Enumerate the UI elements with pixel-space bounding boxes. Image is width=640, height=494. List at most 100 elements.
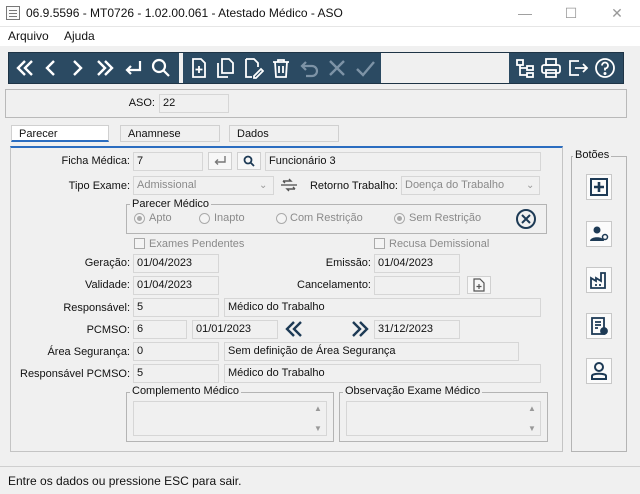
pcmso-next-icon[interactable] (350, 319, 370, 342)
first-record-icon[interactable] (13, 56, 37, 80)
radio-apto-label: Apto (149, 212, 172, 224)
resp-pcmso-code-field[interactable]: 5 (133, 364, 219, 383)
pcmso-previous-icon[interactable] (284, 319, 304, 342)
area-name-field: Sem definição de Área Segurança (224, 342, 519, 361)
hierarchy-icon[interactable] (513, 56, 537, 80)
exames-pendentes-checkbox[interactable] (134, 238, 145, 249)
help-icon[interactable] (593, 56, 617, 80)
resp-pcmso-label: Responsável PCMSO: (20, 368, 131, 380)
retorno-label: Retorno Trabalho: (309, 180, 398, 192)
cancelamento-button[interactable] (467, 276, 491, 294)
title-bar: 06.9.5596 - MT0726 - 1.02.00.061 - Atest… (0, 0, 640, 27)
new-record-icon[interactable] (187, 56, 211, 80)
enter-icon[interactable] (121, 56, 145, 80)
clear-parecer-icon[interactable] (515, 208, 537, 233)
header-panel (5, 89, 627, 118)
validade-label: Validade: (84, 279, 130, 291)
cancelamento-field[interactable] (374, 276, 460, 295)
emissao-field[interactable]: 01/04/2023 (374, 254, 460, 273)
validade-field[interactable]: 01/04/2023 (133, 276, 219, 295)
exames-pendentes-label: Exames Pendentes (149, 238, 245, 250)
close-button[interactable]: ✕ (594, 0, 640, 27)
radio-sem-restricao-label: Sem Restrição (409, 212, 482, 224)
complemento-label: Complemento Médico (130, 385, 241, 397)
print-icon[interactable] (539, 56, 563, 80)
confirm-icon[interactable] (353, 56, 377, 80)
search-icon (243, 155, 255, 167)
recusa-demissional-checkbox[interactable] (374, 238, 385, 249)
menu-ajuda[interactable]: Ajuda (64, 29, 95, 43)
radio-apto[interactable] (134, 213, 145, 224)
undo-icon[interactable] (297, 56, 321, 80)
scroll-down-icon[interactable]: ▼ (314, 424, 322, 433)
pcmso-start-field: 01/01/2023 (192, 320, 278, 339)
toolbar (8, 52, 624, 84)
report-icon (591, 317, 608, 335)
tab-dados[interactable]: Dados (229, 125, 339, 142)
radio-inapto-label: Inapto (214, 212, 245, 224)
radio-inapto[interactable] (199, 213, 210, 224)
maximize-button[interactable]: ☐ (548, 0, 594, 27)
swap-icon[interactable] (279, 175, 299, 198)
copy-icon[interactable] (213, 56, 237, 80)
botoes-title: Botões (573, 149, 612, 161)
factory-icon (590, 272, 606, 289)
pcmso-code-field[interactable]: 6 (133, 320, 187, 339)
status-bar: Entre os dados ou pressione ESC para sai… (0, 466, 640, 494)
user-settings-button[interactable] (586, 221, 612, 247)
responsavel-name-field: Médico do Trabalho (224, 298, 541, 317)
chevron-down-icon: ⌄ (526, 180, 535, 191)
scroll-down-icon[interactable]: ▼ (528, 424, 536, 433)
next-record-icon[interactable] (65, 56, 89, 80)
cancelamento-label: Cancelamento: (297, 279, 371, 291)
area-label: Área Segurança: (47, 346, 130, 358)
status-text: Entre os dados ou pressione ESC para sai… (8, 474, 242, 488)
observacao-textarea[interactable] (346, 401, 541, 436)
toolbar-separator (179, 53, 183, 83)
previous-record-icon[interactable] (39, 56, 63, 80)
radio-sem-restricao[interactable] (394, 213, 405, 224)
user-settings-icon (590, 226, 609, 241)
aso-label: ASO: (128, 97, 155, 109)
area-code-field[interactable]: 0 (133, 342, 219, 361)
ficha-search-button[interactable] (237, 152, 261, 170)
person-button[interactable] (586, 358, 612, 384)
report-button[interactable] (586, 313, 612, 339)
retorno-select[interactable]: Doença do Trabalho (401, 176, 540, 195)
exit-icon[interactable] (566, 56, 590, 80)
cancel-icon[interactable] (325, 56, 349, 80)
minimize-button[interactable]: — (502, 0, 548, 27)
edit-icon[interactable] (241, 56, 265, 80)
ficha-field[interactable]: 7 (133, 152, 203, 171)
last-record-icon[interactable] (93, 56, 117, 80)
factory-button[interactable] (586, 267, 612, 293)
radio-com-restricao[interactable] (276, 213, 287, 224)
add-button[interactable] (586, 174, 612, 200)
pcmso-end-field: 31/12/2023 (374, 320, 460, 339)
ficha-enter-button[interactable] (208, 152, 232, 170)
scroll-up-icon[interactable]: ▲ (528, 404, 536, 413)
scroll-up-icon[interactable]: ▲ (314, 404, 322, 413)
pcmso-label: PCMSO: (86, 324, 130, 336)
complemento-textarea[interactable] (133, 401, 327, 436)
responsavel-code-field[interactable]: 5 (133, 298, 219, 317)
window-title: 06.9.5596 - MT0726 - 1.02.00.061 - Atest… (26, 6, 343, 20)
menu-arquivo[interactable]: Arquivo (8, 29, 49, 43)
app-icon (6, 6, 20, 20)
observacao-label: Observação Exame Médico (343, 385, 483, 397)
enter-icon (214, 156, 226, 165)
botoes-panel (571, 156, 627, 452)
radio-com-restricao-label: Com Restrição (290, 212, 363, 224)
tab-anamnese[interactable]: Anamnese (120, 125, 220, 142)
emissao-label: Emissão: (325, 257, 371, 269)
parecer-group-label: Parecer Médico (130, 198, 212, 210)
tipo-exame-select[interactable]: Admissional (133, 176, 274, 195)
new-document-icon (473, 278, 485, 292)
search-icon[interactable] (149, 56, 173, 80)
tab-parecer[interactable]: Parecer (11, 125, 109, 142)
geracao-label: Geração: (84, 257, 130, 269)
person-icon (591, 362, 607, 380)
aso-field[interactable]: 22 (159, 94, 229, 113)
geracao-field[interactable]: 01/04/2023 (133, 254, 219, 273)
delete-icon[interactable] (269, 56, 293, 80)
